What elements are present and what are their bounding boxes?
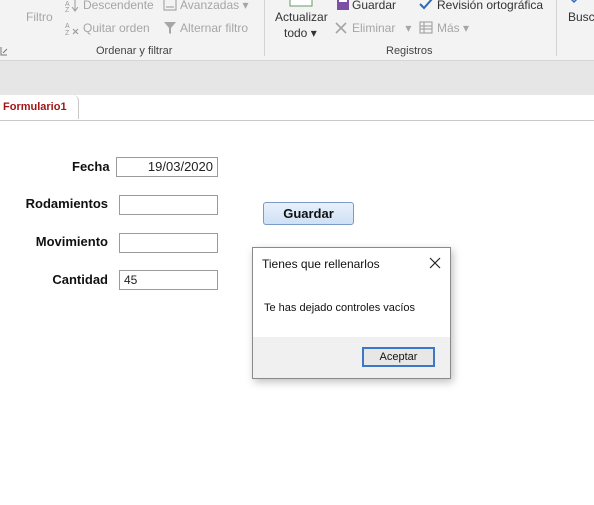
svg-text:Z: Z	[65, 7, 70, 13]
refresh-all-button[interactable]: Actualizar	[275, 10, 328, 24]
rodamientos-field[interactable]	[119, 195, 218, 215]
delete-record-button[interactable]: Eliminar ▾	[352, 21, 411, 35]
advanced-filter-label: Avanzadas	[180, 0, 240, 12]
more-label: Más	[437, 21, 460, 35]
refresh-all-icon	[289, 0, 313, 7]
sort-descending-icon: A Z	[65, 0, 79, 13]
movimiento-field[interactable]	[119, 233, 218, 253]
ok-button[interactable]: Aceptar	[362, 347, 435, 367]
more-grid-icon	[419, 21, 433, 34]
spelling-button[interactable]: Revisión ortográfica	[437, 0, 543, 12]
document-tab-strip: Formulario1	[0, 95, 594, 121]
advanced-filter-icon	[163, 0, 177, 11]
toggle-filter-button[interactable]: Alternar filtro	[180, 21, 248, 35]
refresh-all-label-1: Actualizar	[275, 10, 328, 24]
save-button[interactable]: Guardar	[263, 202, 354, 225]
more-button[interactable]: Más ▾	[437, 21, 469, 35]
clear-sort-button[interactable]: Quitar orden	[83, 21, 150, 35]
close-icon[interactable]	[427, 255, 443, 271]
save-record-icon	[337, 0, 349, 10]
filter-button[interactable]: Filtro	[26, 10, 53, 24]
delete-record-label: Eliminar	[352, 21, 396, 35]
dialog-message: Te has dejado controles vacíos	[264, 302, 416, 314]
dialog-launcher-icon[interactable]	[0, 46, 8, 56]
filter-label: Filtro	[26, 10, 53, 24]
cantidad-field[interactable]: 45	[119, 270, 218, 290]
tab-formulario1[interactable]: Formulario1	[0, 95, 79, 119]
sort-descending-label: Descendente	[83, 0, 154, 12]
find-button[interactable]: Buscar	[568, 10, 594, 24]
dialog-title: Tienes que rellenarlos	[262, 257, 380, 271]
delete-icon	[335, 22, 347, 34]
sort-descending-button[interactable]: Descendente	[83, 0, 154, 12]
refresh-all-dropdown[interactable]: todo ▾	[284, 26, 317, 40]
navigation-band	[0, 61, 594, 95]
fecha-label: Fecha	[72, 159, 110, 174]
funnel-icon	[164, 22, 176, 34]
group-label-sort-filter: Ordenar y filtrar	[96, 45, 173, 57]
fecha-field[interactable]: 19/03/2020	[116, 157, 218, 177]
svg-text:A: A	[65, 23, 70, 30]
message-dialog: Tienes que rellenarlos Te has dejado con…	[252, 247, 451, 379]
save-record-button[interactable]: Guardar	[352, 0, 396, 12]
ribbon-separator	[556, 0, 557, 56]
tab-label: Formulario1	[3, 101, 67, 113]
cantidad-label: Cantidad	[52, 272, 108, 287]
find-label: Buscar	[568, 10, 594, 24]
movimiento-label: Movimiento	[35, 234, 108, 249]
save-record-label: Guardar	[352, 0, 397, 12]
toggle-filter-label: Alternar filtro	[180, 21, 249, 35]
ribbon-separator	[264, 0, 265, 56]
rodamientos-label: Rodamientos	[25, 196, 108, 211]
clear-sort-label: Quitar orden	[83, 21, 150, 35]
find-icon	[570, 0, 578, 4]
spelling-label: Revisión ortográfica	[437, 0, 544, 12]
clear-sort-icon: A Z	[65, 23, 79, 36]
refresh-all-label-2: todo	[284, 26, 308, 40]
dialog-footer: Aceptar	[253, 337, 450, 378]
advanced-filter-button[interactable]: Avanzadas ▾	[180, 0, 249, 12]
svg-text:Z: Z	[65, 30, 70, 36]
group-label-records: Registros	[386, 45, 433, 57]
ribbon: Filtro A Z Descendente A Z Quitar orden …	[0, 0, 594, 61]
spelling-check-icon	[419, 0, 433, 10]
